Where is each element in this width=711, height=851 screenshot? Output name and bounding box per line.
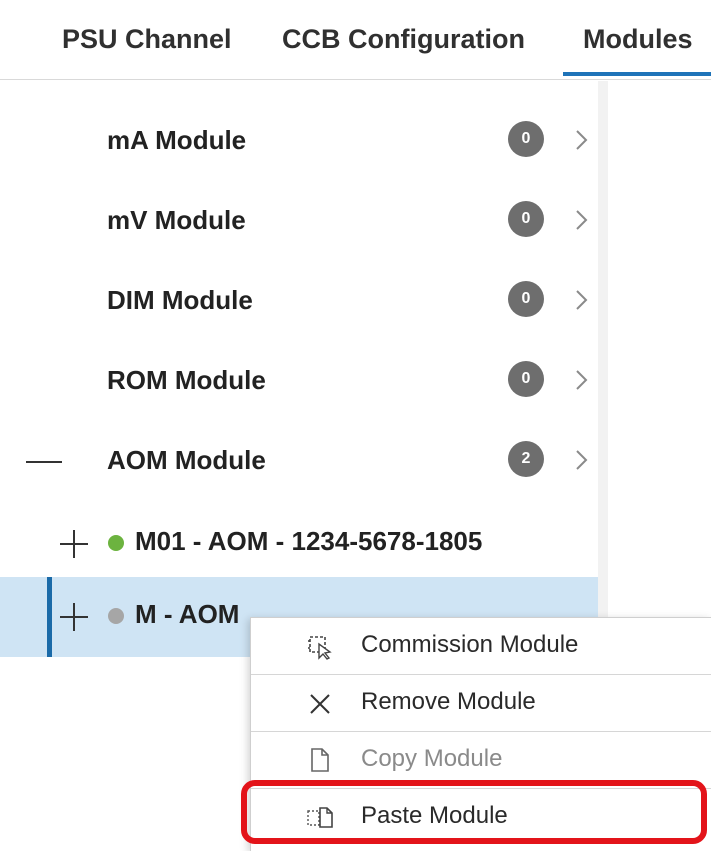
module-label: AOM Module	[107, 445, 266, 475]
module-row-dim[interactable]: DIM Module 0	[0, 263, 600, 343]
count-badge: 0	[508, 201, 544, 237]
highlight-outline	[241, 780, 707, 844]
document-icon	[311, 748, 329, 772]
menu-item-remove-module[interactable]: Remove Module	[251, 675, 711, 731]
selection-indicator	[47, 577, 52, 657]
chevron-right-icon[interactable]	[574, 125, 590, 155]
tab-psu-channel[interactable]: PSU Channel	[62, 24, 232, 55]
module-row-rom[interactable]: ROM Module 0	[0, 343, 600, 423]
active-tab-indicator	[563, 72, 711, 76]
count-badge: 0	[508, 361, 544, 397]
count-badge: 2	[508, 441, 544, 477]
status-dot-icon	[108, 535, 124, 551]
child-module-label: M - AOM	[135, 599, 240, 629]
tab-ccb-configuration[interactable]: CCB Configuration	[282, 24, 525, 55]
close-icon	[310, 694, 330, 714]
chevron-right-icon[interactable]	[574, 445, 590, 475]
aom-child-row[interactable]: M01 - AOM - 1234-5678-1805	[0, 504, 600, 584]
status-dot-icon	[108, 608, 124, 624]
count-badge: 0	[508, 121, 544, 157]
module-row-mv[interactable]: mV Module 0	[0, 183, 600, 263]
chevron-right-icon[interactable]	[574, 285, 590, 315]
module-label: mA Module	[107, 125, 247, 155]
count-badge: 0	[508, 281, 544, 317]
module-label: DIM Module	[107, 285, 253, 315]
child-module-label: M01 - AOM - 1234-5678-1805	[135, 526, 483, 556]
menu-item-label: Copy Module	[361, 745, 503, 772]
menu-item-label: Commission Module	[361, 631, 579, 658]
module-label: mV Module	[107, 205, 246, 235]
expand-plus-icon[interactable]	[59, 602, 89, 632]
menu-item-commission-module[interactable]: Commission Module	[251, 618, 711, 674]
module-row-ma[interactable]: mA Module 0	[0, 103, 600, 183]
module-row-aom[interactable]: AOM Module 2	[0, 423, 600, 503]
menu-item-label: Remove Module	[361, 688, 536, 715]
tab-bar: PSU Channel CCB Configuration Modules	[0, 0, 711, 80]
tab-modules[interactable]: Modules	[583, 24, 693, 55]
chevron-right-icon[interactable]	[574, 205, 590, 235]
commission-icon	[308, 636, 332, 660]
expand-plus-icon[interactable]	[59, 529, 89, 559]
module-label: ROM Module	[107, 365, 266, 395]
collapse-icon[interactable]	[26, 461, 62, 463]
chevron-right-icon[interactable]	[574, 365, 590, 395]
